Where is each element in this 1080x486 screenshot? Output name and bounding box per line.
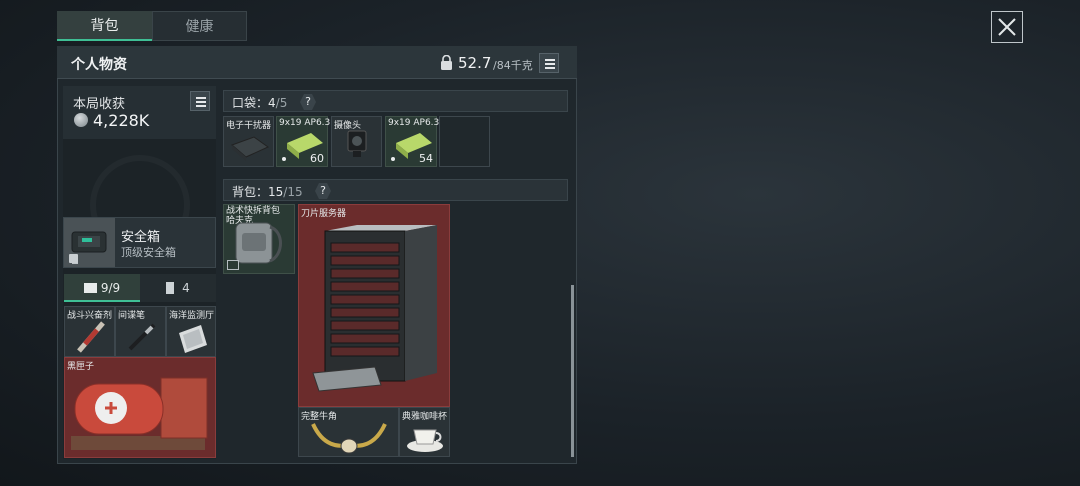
safe-item-slot[interactable]: 海洋监测厅 [166, 306, 216, 357]
pockets-title: 口袋：4/5 [232, 94, 287, 111]
pockets-count: 4 [268, 96, 276, 110]
lock-icon [69, 254, 78, 263]
backpack-count: 15 [268, 185, 284, 199]
pocket-slot[interactable]: 9x19 AP6.3 60 [276, 116, 330, 167]
tab-backpack[interactable]: 背包 [57, 11, 152, 41]
safe-item-slot[interactable]: 战斗兴奋剂 [64, 306, 115, 357]
pockets-capacity: /5 [275, 96, 288, 110]
backpack-slot[interactable]: 战术快拆背包 哈夫克 [223, 204, 295, 274]
horn-image [311, 423, 387, 454]
blade-server-image [312, 225, 437, 392]
backpack-label: 背包： [232, 185, 269, 199]
medkit-icon [83, 283, 97, 293]
pockets-label: 口袋： [232, 96, 269, 110]
close-button[interactable] [991, 11, 1023, 43]
pocket-slot[interactable]: 摄像头 [331, 116, 382, 167]
clip-count: 4 [182, 281, 190, 295]
income-menu-button[interactable] [190, 91, 210, 111]
medkit-count: 9/9 [100, 281, 121, 295]
document-image [179, 325, 207, 353]
tab-clip-slots[interactable]: 4 [140, 274, 216, 302]
panel-title: 个人物资 [71, 57, 127, 73]
backpack-slot[interactable]: 典雅咖啡杯 [399, 407, 450, 457]
ammo-dot-icon [282, 157, 286, 161]
safe-item-slot[interactable]: 黑匣子 [64, 357, 216, 458]
income-label: 本局收获 [73, 97, 126, 112]
spy-pen-image [128, 323, 156, 351]
item-count: 54 [419, 152, 433, 165]
camera-image [347, 130, 367, 157]
weight-icon [441, 55, 452, 70]
weight-max: /84千克 [493, 59, 533, 72]
safe-box-title: 安全箱 [121, 230, 161, 245]
weight-current: 52.7 [458, 54, 492, 72]
tab-medkit-slots[interactable]: 9/9 [64, 274, 140, 302]
panel-menu-button[interactable] [539, 53, 559, 73]
coin-icon [74, 113, 88, 127]
safe-box-subtitle: 顶级安全箱 [121, 246, 176, 259]
backpack-slot[interactable]: 刀片服务器 [298, 204, 450, 407]
backpack-scrollbar[interactable] [571, 285, 574, 457]
pocket-slot[interactable]: 9x19 AP6.3 54 [385, 116, 439, 167]
backpack-capacity: /15 [283, 185, 303, 199]
swap-icon [227, 260, 239, 270]
backpack-slot[interactable]: 完整牛角 [298, 407, 399, 457]
stimulant-image [77, 321, 105, 353]
income-value: 4,228K [93, 111, 150, 130]
pocket-slot[interactable]: 电子干扰器 [223, 116, 274, 167]
clip-icon [166, 282, 175, 294]
ammo-dot-icon [391, 157, 395, 161]
coffee-cup-image [407, 429, 443, 452]
close-icon [998, 18, 1016, 36]
backpack-title: 背包：15/15 [232, 183, 303, 200]
item-count: 60 [310, 152, 324, 165]
tab-health[interactable]: 健康 [152, 11, 247, 41]
safe-item-slot[interactable]: 间谍笔 [115, 306, 166, 357]
jammer-image [231, 136, 269, 161]
black-box-image [71, 377, 208, 450]
safe-box-image [64, 218, 115, 267]
pocket-slot-empty[interactable] [439, 116, 490, 167]
